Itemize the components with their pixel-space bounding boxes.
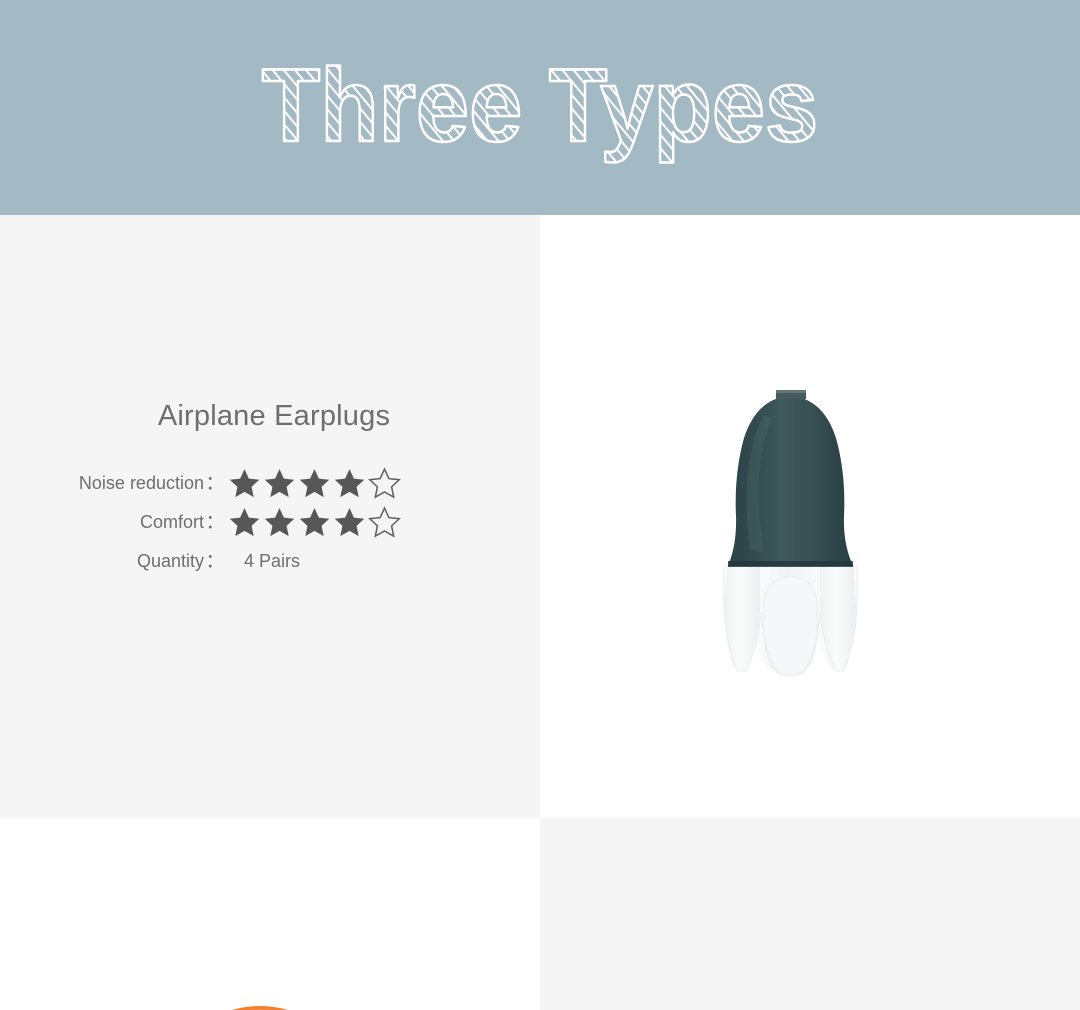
page-title: Three Types Three Types Three Types <box>260 43 820 173</box>
star-empty-5 <box>367 505 402 539</box>
product-spec-list: Noise reduction ： Comfort ： Quantity ： 4… <box>0 463 540 580</box>
earplug-illustration <box>723 390 858 677</box>
rating-stars-comfort <box>227 505 402 539</box>
spec-colon-noise-reduction: ： <box>205 473 225 494</box>
spec-row-noise-reduction: Noise reduction ： <box>24 463 540 502</box>
spec-label-comfort: Comfort <box>139 511 204 532</box>
star-filled-3 <box>297 505 332 539</box>
spec-label-noise-reduction: Noise reduction <box>78 472 204 493</box>
header-title-sketch-text: Three Types Three Types <box>261 47 820 165</box>
spec-colon-comfort: ： <box>205 512 225 533</box>
star-filled-1 <box>227 466 262 500</box>
page-header-banner: Three Types Three Types Three Types <box>0 0 1080 215</box>
star-filled-3 <box>297 466 332 500</box>
star-filled-2 <box>262 505 297 539</box>
spec-label-quantity: Quantity <box>136 550 204 571</box>
orange-arc-shape <box>232 1006 288 1010</box>
product-name: Airplane Earplugs <box>157 400 391 432</box>
orange-product-sliver <box>214 994 306 1010</box>
star-filled-2 <box>262 466 297 500</box>
earplug-cap <box>728 390 853 567</box>
product-detail-page: Three Types Three Types Three Types Airp… <box>0 0 1080 1010</box>
svg-text:Three Types: Three Types <box>262 48 818 164</box>
spec-colon-quantity: ： <box>205 551 225 572</box>
product-info-block: Airplane Earplugs Noise reduction ： Comf… <box>0 400 540 580</box>
product-image-airplane-earplug <box>690 380 940 680</box>
spec-row-comfort: Comfort ： <box>24 502 540 541</box>
panel-bottom-right-gray <box>540 818 1080 1010</box>
star-filled-4 <box>332 466 367 500</box>
star-filled-4 <box>332 505 367 539</box>
panel-bottom-left-white <box>0 818 540 1010</box>
star-filled-1 <box>227 505 262 539</box>
star-empty-5 <box>367 466 402 500</box>
spec-row-quantity: Quantity ： 4 Pairs <box>24 541 540 580</box>
earplug-base <box>723 565 858 677</box>
spec-value-quantity: 4 Pairs <box>244 550 301 571</box>
rating-stars-noise-reduction <box>227 466 402 500</box>
